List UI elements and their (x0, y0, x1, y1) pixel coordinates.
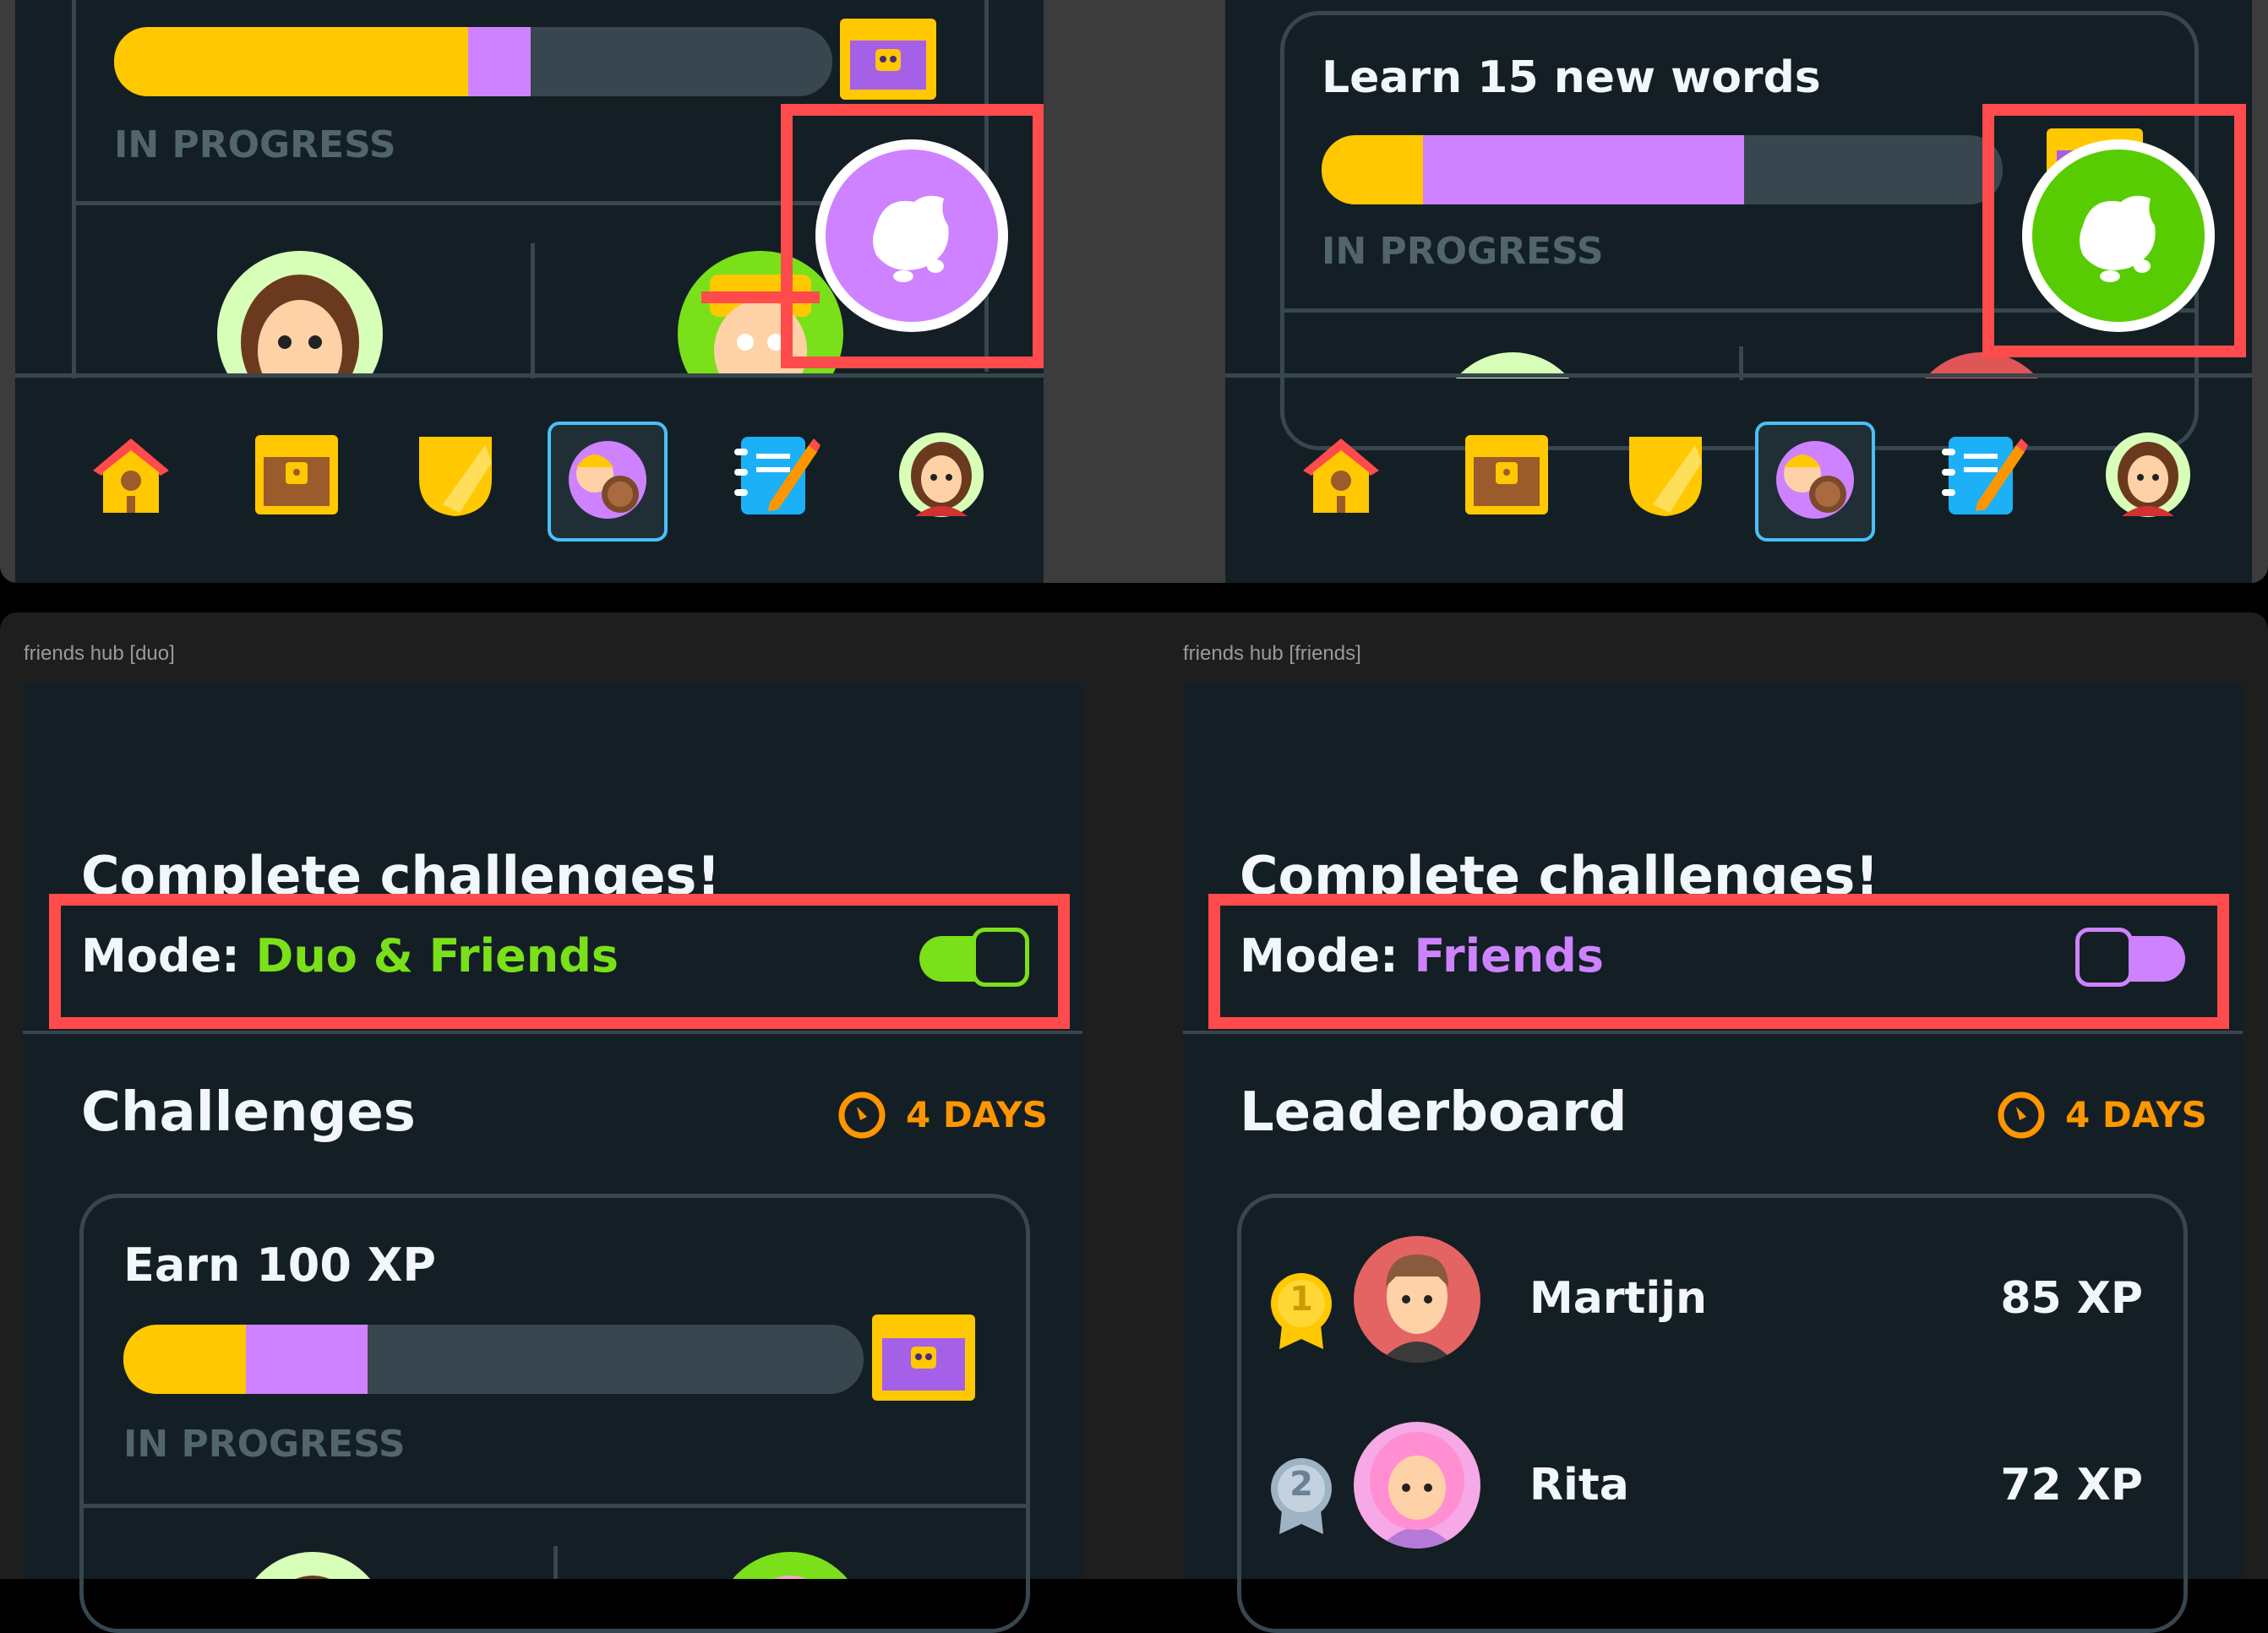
divider (23, 1031, 1082, 1034)
status-label: IN PROGRESS (1322, 230, 1604, 273)
divider (553, 1546, 558, 1579)
timer-icon (837, 1090, 887, 1140)
page-heading: Complete challenges! (81, 845, 721, 897)
top-right-panel (1044, 0, 1225, 583)
leaderboard-row[interactable]: 2 Rita 72 XP (1242, 1419, 2180, 1559)
league-shield-icon[interactable] (409, 428, 502, 521)
challenge-title: Earn 100 XP (123, 1238, 436, 1292)
challenge-title: Learn 15 new words (1322, 52, 1821, 103)
section-title: Challenges (81, 1081, 416, 1144)
profile-avatar-icon[interactable] (895, 428, 988, 521)
timer-label: 4 DAYS (2065, 1094, 2207, 1135)
divider (1183, 1031, 2243, 1034)
avatar (714, 1550, 866, 1579)
player-name: Rita (1529, 1460, 1629, 1511)
friends-icon[interactable] (1769, 433, 1862, 526)
rank-label: 1 (1289, 1280, 1313, 1319)
progress-bar (114, 27, 832, 96)
frame-label[interactable]: friends hub [duo] (24, 642, 175, 666)
divider (531, 243, 535, 378)
section-title: Leaderboard (1240, 1081, 1627, 1144)
status-label: IN PROGRESS (114, 123, 396, 166)
league-shield-icon[interactable] (1619, 428, 1712, 521)
status-label: IN PROGRESS (123, 1423, 406, 1466)
notebook-icon[interactable] (728, 428, 821, 521)
avatar (1354, 1236, 1480, 1363)
frame-label[interactable]: friends hub [friends] (1183, 642, 1361, 666)
player-xp: 85 XP (2000, 1273, 2143, 1324)
home-icon[interactable] (1295, 428, 1388, 521)
leaderboard-row[interactable]: 1 Martijn 85 XP (1242, 1229, 2180, 1369)
friends-icon[interactable] (561, 433, 654, 526)
avatar (1354, 1422, 1480, 1549)
rank-label: 2 (1289, 1465, 1313, 1504)
treasure-chest-icon[interactable] (250, 428, 343, 521)
progress-bar (123, 1325, 864, 1394)
timer-label: 4 DAYS (906, 1094, 1048, 1135)
treasure-chest-icon[interactable] (1460, 428, 1553, 521)
treasure-chest-icon (869, 1311, 979, 1404)
timer-icon (1996, 1090, 2047, 1140)
divider (72, 0, 76, 203)
highlight-box (781, 104, 1044, 368)
avatar (215, 249, 384, 376)
highlight-box (1982, 104, 2246, 357)
notebook-icon[interactable] (1935, 428, 2028, 521)
player-xp: 72 XP (2000, 1460, 2143, 1511)
home-icon[interactable] (85, 428, 177, 521)
player-name: Martijn (1529, 1273, 1708, 1324)
profile-avatar-icon[interactable] (2102, 428, 2194, 521)
treasure-chest-icon (837, 15, 940, 103)
avatar (237, 1550, 389, 1579)
highlight-box (1208, 894, 2229, 1029)
divider (82, 1504, 1028, 1508)
bottom-nav (1225, 378, 2252, 583)
divider (72, 201, 76, 378)
highlight-box (49, 894, 1070, 1029)
page-heading: Complete challenges! (1240, 845, 1879, 897)
progress-bar (1322, 135, 2003, 204)
bottom-nav (15, 378, 1044, 583)
